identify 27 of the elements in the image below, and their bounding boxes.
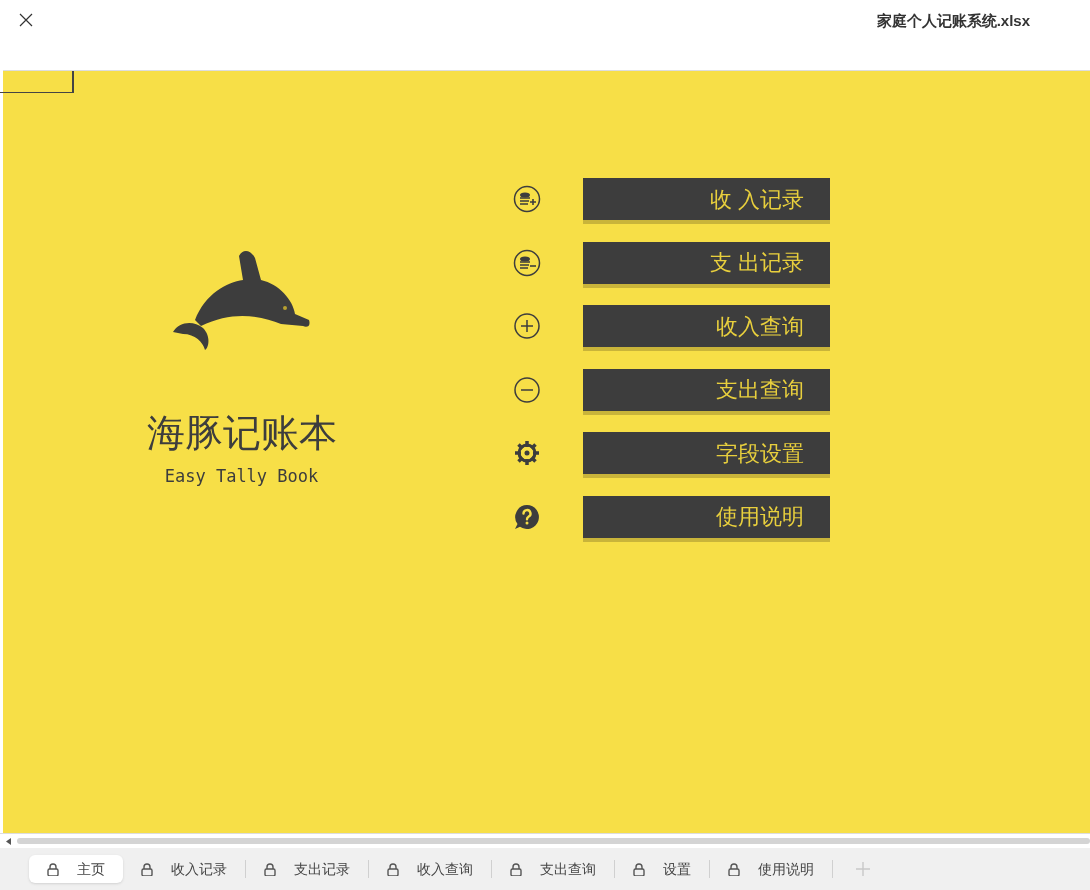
help-icon (513, 502, 541, 531)
lock-icon (141, 862, 153, 876)
lock-icon (264, 862, 276, 876)
coin-stack-minus-icon (513, 248, 541, 277)
coin-stack-plus-icon (513, 185, 541, 213)
lock-icon (633, 862, 645, 876)
lock-icon (47, 862, 59, 876)
close-icon[interactable] (18, 12, 34, 28)
app-subtitle: Easy Tally Book (164, 465, 319, 488)
selected-cell[interactable] (0, 71, 74, 93)
sheet-tab[interactable]: 使用说明 (710, 855, 832, 883)
app-title: 海豚记账本 (146, 414, 337, 452)
sheet-tab[interactable]: 收入记录 (123, 855, 245, 883)
settings-icon (513, 439, 541, 467)
horizontal-scrollbar[interactable] (17, 838, 1090, 844)
sheet-tab[interactable]: 支出记录 (246, 855, 368, 883)
lock-icon (387, 862, 399, 876)
scroll-left-icon[interactable] (6, 837, 11, 845)
sheet-tab[interactable]: 设置 (615, 855, 709, 883)
minus-circle-icon (513, 375, 541, 404)
plus-circle-icon (513, 312, 541, 340)
sheet-tab[interactable]: 支出查询 (492, 855, 614, 883)
lock-icon (728, 862, 740, 876)
lock-icon (510, 862, 522, 876)
sheet-tab[interactable]: 收入查询 (369, 855, 491, 883)
window-title: 家庭个人记账系统.xlsx (876, 11, 1030, 31)
sheet-tab[interactable]: 主页 (29, 855, 123, 883)
